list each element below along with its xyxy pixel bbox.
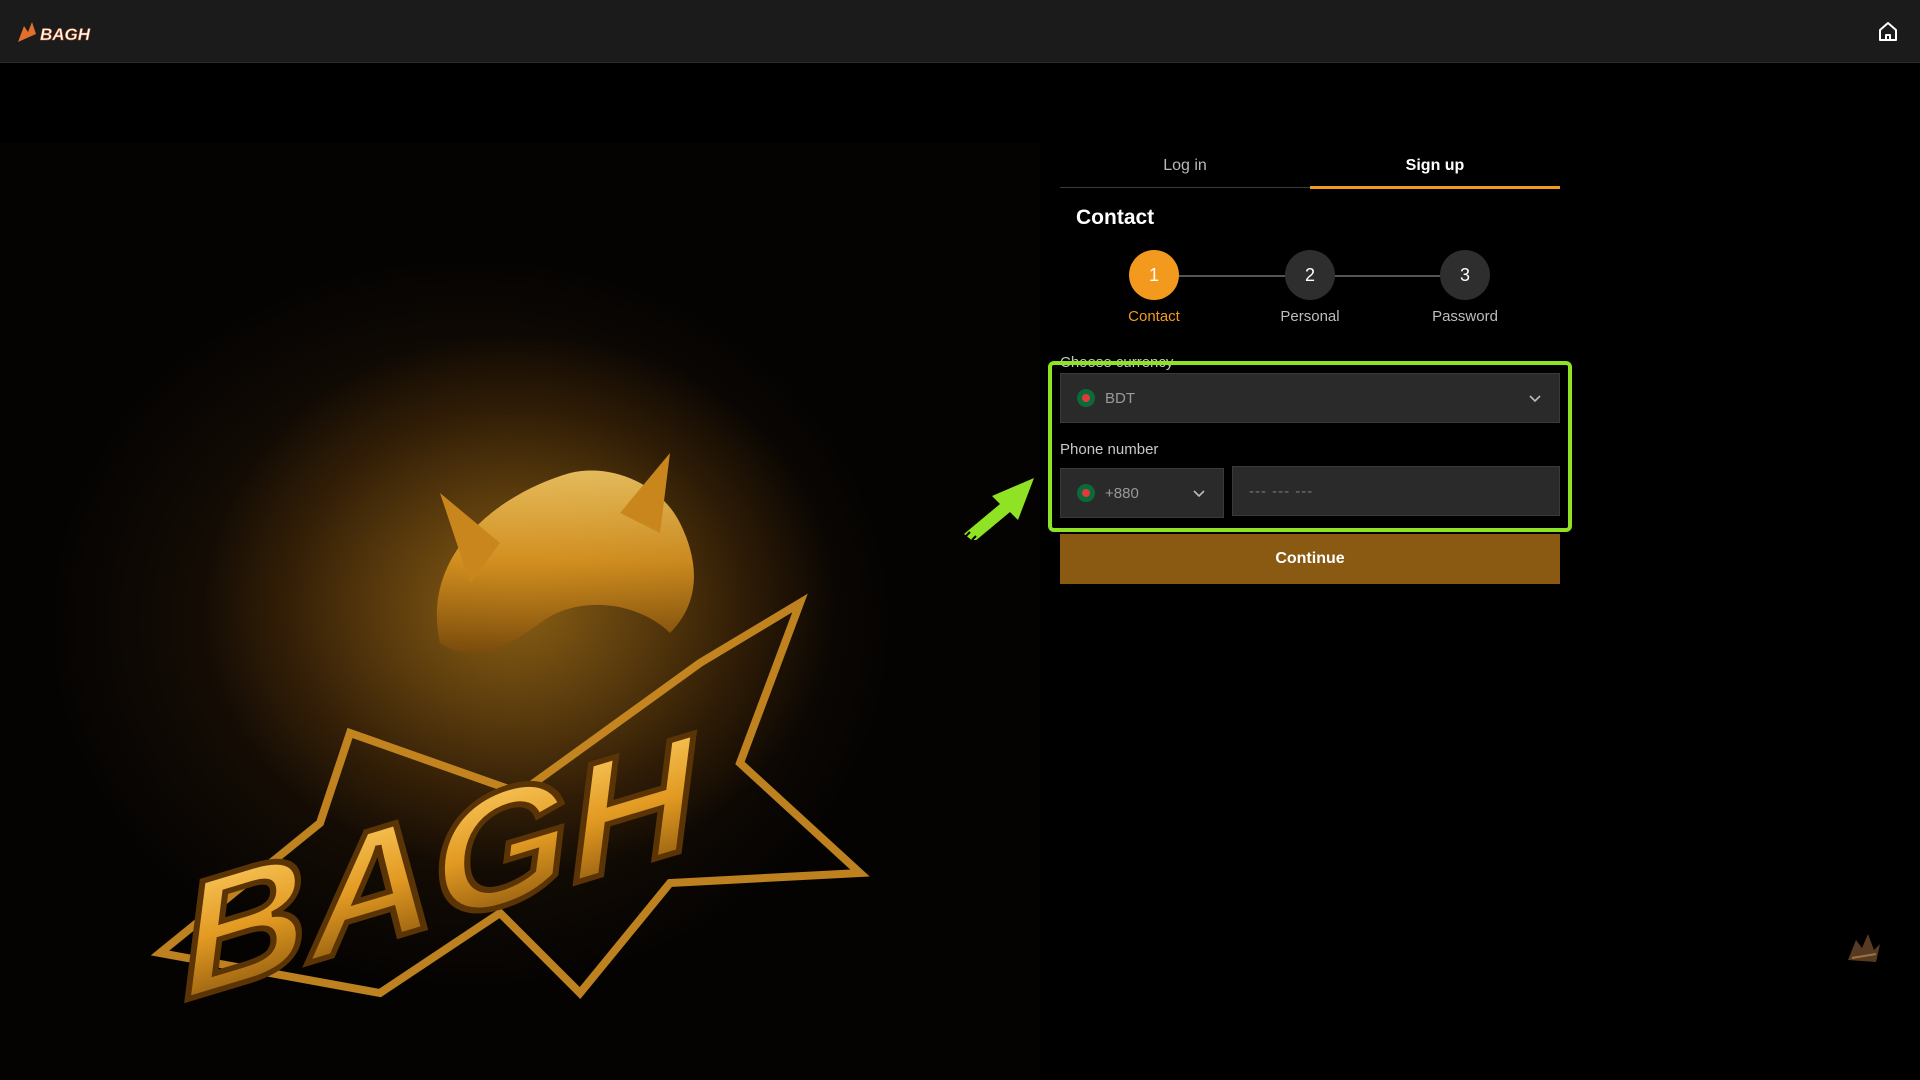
step-contact: 1 Contact [1114,250,1194,325]
svg-text:BAGH: BAGH [174,698,706,1033]
step-label: Contact [1128,308,1180,325]
step-number: 1 [1129,250,1179,300]
signup-stepper: 1 Contact 2 Personal 3 Password [1060,246,1560,346]
step-label: Personal [1280,308,1340,325]
auth-tabs: Log in Sign up [1060,150,1560,189]
tab-signup[interactable]: Sign up [1310,150,1560,187]
step-personal: 2 Personal [1270,250,1350,325]
section-title: Contact [1076,206,1155,229]
bagh-badge-icon[interactable] [1842,926,1886,970]
bagh-tiger-emblem: BAGH [150,453,870,1033]
step-number: 3 [1440,250,1490,300]
home-icon[interactable] [1876,20,1900,44]
green-highlight-box [1048,361,1572,532]
tab-login[interactable]: Log in [1060,150,1310,187]
active-tab-indicator [1310,186,1560,189]
continue-button[interactable]: Continue [1060,534,1560,584]
green-arrow-annotation [964,478,1034,540]
bagh-logo[interactable]: BAGH [14,16,104,46]
step-label: Password [1432,308,1498,325]
hero-banner: BAGH [0,143,1040,1080]
step-number: 2 [1285,250,1335,300]
svg-text:BAGH: BAGH [40,25,91,44]
step-password: 3 Password [1425,250,1505,325]
top-bar: BAGH [0,0,1920,63]
auth-panel: Log in Sign up Contact 1 Contact 2 Perso… [1048,150,1572,584]
